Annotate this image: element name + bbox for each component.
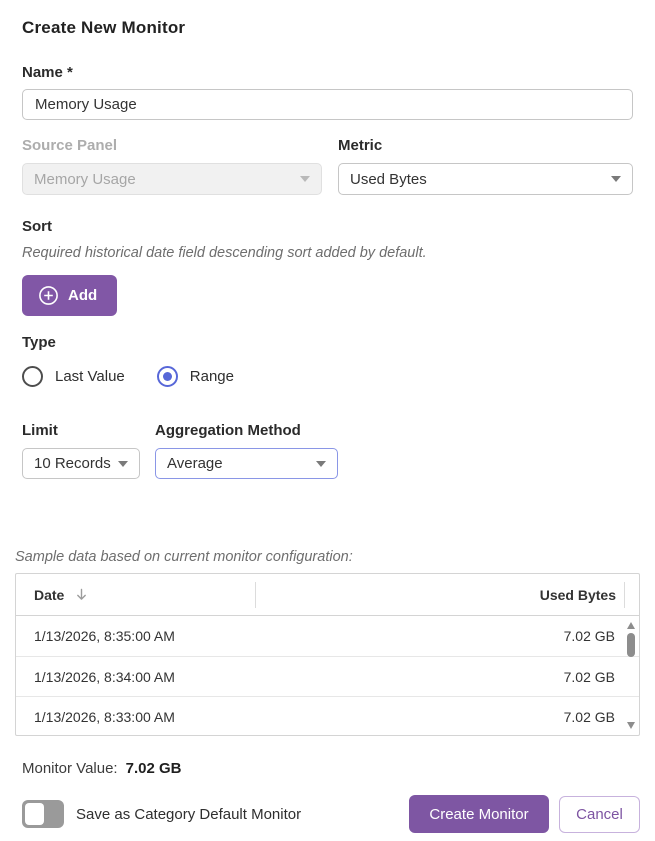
toggle-knob xyxy=(25,803,44,825)
source-panel-select: Memory Usage xyxy=(22,163,322,195)
metric-label: Metric xyxy=(338,137,633,154)
sort-helper-text: Required historical date field descendin… xyxy=(22,245,633,261)
column-header-used-bytes[interactable]: Used Bytes xyxy=(256,582,625,608)
used-bytes-column-label: Used Bytes xyxy=(540,587,616,603)
monitor-value: 7.02 GB xyxy=(126,760,182,777)
cell-value: 7.02 GB xyxy=(256,628,623,644)
add-button-label: Add xyxy=(68,287,97,304)
limit-value: 10 Records xyxy=(34,455,111,472)
plus-circle-icon xyxy=(38,285,59,306)
scroll-down-icon[interactable] xyxy=(627,722,635,729)
sort-descending-icon xyxy=(74,587,89,602)
metric-select[interactable]: Used Bytes xyxy=(338,163,633,195)
radio-selected-icon xyxy=(157,366,178,387)
radio-last-value-label: Last Value xyxy=(55,368,125,385)
create-monitor-button[interactable]: Create Monitor xyxy=(409,795,549,833)
table-scrollbar[interactable] xyxy=(625,618,637,733)
cell-date: 1/13/2026, 8:33:00 AM xyxy=(16,709,256,725)
table-row: 1/13/2026, 8:35:00 AM 7.02 GB xyxy=(16,616,639,656)
cell-date: 1/13/2026, 8:35:00 AM xyxy=(16,628,256,644)
name-input[interactable] xyxy=(22,89,633,120)
chevron-down-icon xyxy=(611,176,621,182)
aggregation-method-select[interactable]: Average xyxy=(155,448,338,479)
scrollbar-thumb[interactable] xyxy=(627,633,635,657)
scroll-up-icon[interactable] xyxy=(627,622,635,629)
monitor-value-label: Monitor Value: xyxy=(22,760,118,777)
chevron-down-icon xyxy=(118,461,128,467)
sample-data-caption: Sample data based on current monitor con… xyxy=(15,549,633,565)
name-label: Name * xyxy=(22,64,633,81)
metric-value: Used Bytes xyxy=(350,171,427,188)
sort-label: Sort xyxy=(22,218,633,235)
limit-label: Limit xyxy=(22,422,155,439)
cell-value: 7.02 GB xyxy=(256,709,623,725)
column-header-date[interactable]: Date xyxy=(16,582,256,608)
table-row: 1/13/2026, 8:34:00 AM 7.02 GB xyxy=(16,656,639,696)
table-header: Date Used Bytes xyxy=(16,574,639,616)
dialog-title: Create New Monitor xyxy=(22,18,633,38)
aggregation-method-label: Aggregation Method xyxy=(155,422,338,439)
chevron-down-icon xyxy=(300,176,310,182)
cancel-button[interactable]: Cancel xyxy=(559,796,640,833)
sample-data-table: Date Used Bytes 1/13/2026, 8:35:00 AM 7.… xyxy=(15,573,640,736)
table-row: 1/13/2026, 8:33:00 AM 7.02 GB xyxy=(16,696,639,736)
radio-range-label: Range xyxy=(190,368,234,385)
radio-unselected-icon xyxy=(22,366,43,387)
radio-last-value[interactable]: Last Value xyxy=(22,366,125,387)
limit-select[interactable]: 10 Records xyxy=(22,448,140,479)
save-default-toggle-label: Save as Category Default Monitor xyxy=(76,806,301,823)
cell-value: 7.02 GB xyxy=(256,669,623,685)
type-label: Type xyxy=(22,334,633,351)
radio-range[interactable]: Range xyxy=(157,366,234,387)
add-sort-button[interactable]: Add xyxy=(22,275,117,316)
chevron-down-icon xyxy=(316,461,326,467)
source-panel-value: Memory Usage xyxy=(34,171,136,188)
date-column-label: Date xyxy=(34,587,64,603)
save-default-toggle[interactable] xyxy=(22,800,64,828)
source-panel-label: Source Panel xyxy=(22,137,322,154)
aggregation-value: Average xyxy=(167,455,223,472)
create-monitor-dialog: Create New Monitor Name * Source Panel M… xyxy=(0,0,655,841)
cell-date: 1/13/2026, 8:34:00 AM xyxy=(16,669,256,685)
